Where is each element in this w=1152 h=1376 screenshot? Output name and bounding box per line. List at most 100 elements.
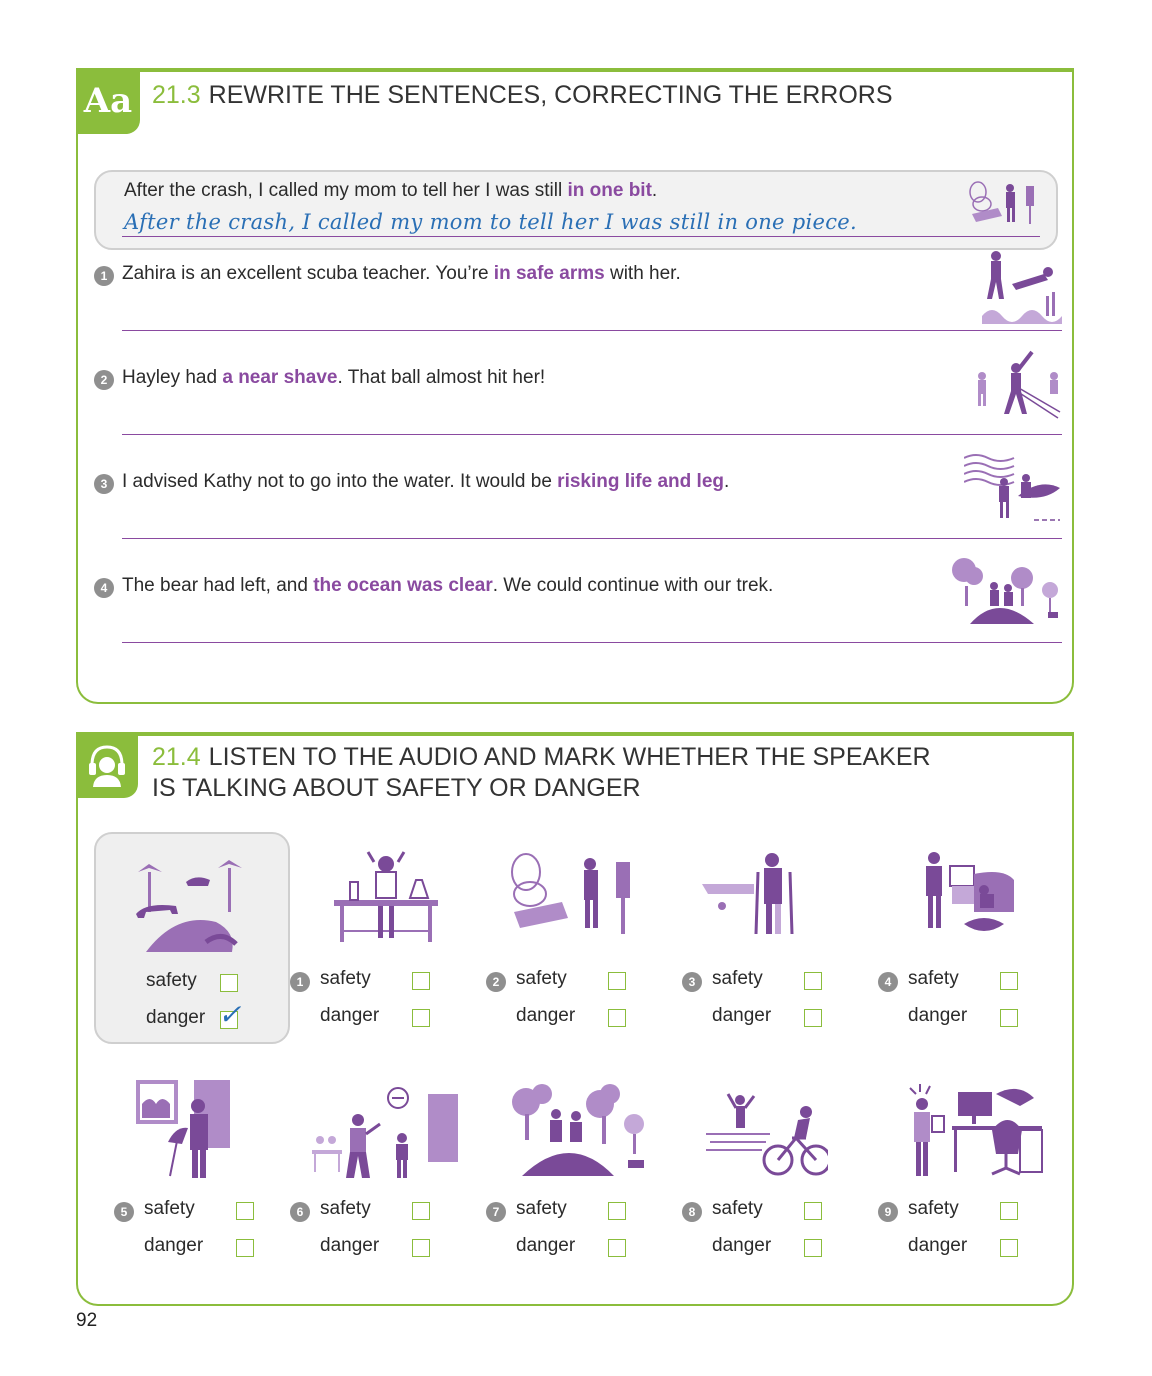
jungle-tiger-illustration (136, 860, 242, 952)
aa-tab-icon: Aa (76, 68, 140, 134)
exercise-21-4: 21.4 LISTEN TO THE AUDIO AND MARK WHETHER… (76, 732, 1074, 1306)
answer-line[interactable] (122, 330, 1062, 331)
item-number-badge: 3 (94, 474, 114, 494)
safety-checkbox[interactable] (804, 1202, 822, 1220)
audio-item-card: 2 safety danger (486, 832, 682, 1044)
scuba-illustration (982, 251, 1062, 324)
swimmer-cyclist-illustration (706, 1093, 828, 1176)
exercise-number: 21.4 (152, 743, 201, 771)
danger-checkbox[interactable] (804, 1009, 822, 1027)
page-number: 92 (76, 1310, 98, 1331)
option-danger: danger (144, 1235, 204, 1256)
exercise-heading: 21.4 LISTEN TO THE AUDIO AND MARK WHETHER… (152, 742, 931, 804)
item-sentence: Zahira is an excellent scuba teacher. Yo… (122, 263, 681, 284)
option-danger: danger (320, 1235, 380, 1256)
option-safety: safety (908, 1198, 959, 1219)
item-number-badge: 4 (94, 578, 114, 598)
exercise-item: 1 Zahira is an excellent scuba teacher. … (94, 251, 1062, 366)
option-safety: safety (320, 1198, 371, 1219)
option-safety: safety (712, 1198, 763, 1219)
audio-item-card: 7 safety danger (486, 1060, 682, 1272)
option-danger: danger (712, 1235, 772, 1256)
exercise-number: 21.3 (152, 81, 201, 109)
scientist-illustration (334, 851, 438, 942)
child-door-illustration (312, 1087, 458, 1178)
answer-line (122, 236, 1040, 237)
baseball-illustration (978, 350, 1061, 419)
danger-checkbox[interactable] (1000, 1009, 1018, 1027)
safety-checkbox[interactable] (804, 972, 822, 990)
exercise-title: LISTEN TO THE AUDIO AND MARK WHETHER THE… (208, 743, 931, 771)
option-safety: safety (320, 968, 371, 989)
danger-checkbox[interactable] (804, 1239, 822, 1257)
safety-checkbox[interactable] (608, 1202, 626, 1220)
item-number-badge: 1 (290, 972, 310, 992)
audio-item-card: 9 safety danger (878, 1060, 1074, 1272)
exercise-item: 4 The bear had left, and the ocean was c… (94, 558, 1062, 678)
option-safety: safety (144, 1198, 195, 1219)
answer-line[interactable] (122, 538, 1062, 539)
exercise-item: 2 Hayley had a near shave. That ball alm… (94, 350, 1062, 470)
example-card: safety danger ✓ (94, 832, 290, 1044)
audio-item-card: 6 safety danger (290, 1060, 486, 1272)
item-number-badge: 2 (486, 972, 506, 992)
danger-checkbox[interactable] (236, 1239, 254, 1257)
exercise-title: REWRITE THE SENTENCES, CORRECTING THE ER… (208, 81, 893, 109)
exercise-21-3: Aa 21.3 REWRITE THE SENTENCES, CORRECTING… (76, 68, 1074, 704)
car-crash-illustration (969, 181, 1034, 224)
safety-checkbox[interactable] (236, 1202, 254, 1220)
option-safety: safety (516, 1198, 567, 1219)
option-danger: danger (712, 1005, 772, 1026)
example-answer: After the crash, I called my mom to tell… (124, 210, 858, 234)
item-number-badge: 7 (486, 1202, 506, 1222)
exercise-heading: 21.3 REWRITE THE SENTENCES, CORRECTING TH… (152, 80, 893, 111)
item-number-badge: 6 (290, 1202, 310, 1222)
option-safety: safety (516, 968, 567, 989)
danger-checkbox[interactable] (608, 1009, 626, 1027)
hikers-illustration (952, 558, 1058, 624)
option-safety: safety (146, 970, 197, 991)
item-number-badge: 2 (94, 370, 114, 390)
audio-item-card: 4 safety danger (878, 832, 1074, 1044)
audio-item-card: 1 safety danger (290, 832, 486, 1044)
hikers-illustration (512, 1084, 644, 1176)
item-sentence: I advised Kathy not to go into the water… (122, 471, 730, 492)
audio-item-card: 8 safety danger (682, 1060, 878, 1272)
checkmark-icon: ✓ (218, 998, 242, 1031)
safety-checkbox[interactable] (608, 972, 626, 990)
safety-checkbox[interactable] (220, 974, 238, 992)
option-danger: danger (146, 1007, 206, 1028)
danger-checkbox[interactable] (412, 1009, 430, 1027)
safety-checkbox[interactable] (1000, 972, 1018, 990)
danger-checkbox[interactable] (1000, 1239, 1018, 1257)
example-sentence: After the crash, I called my mom to tell… (124, 180, 658, 201)
safety-checkbox[interactable] (1000, 1202, 1018, 1220)
office-worker-illustration (909, 1084, 1043, 1176)
audio-item-card: 3 safety danger (682, 832, 878, 1044)
safety-checkbox[interactable] (412, 972, 430, 990)
safety-checkbox[interactable] (412, 1202, 430, 1220)
item-sentence: The bear had left, and the ocean was cle… (122, 575, 774, 596)
headphones-icon (76, 732, 138, 798)
option-danger: danger (516, 1005, 576, 1026)
option-danger: danger (320, 1005, 380, 1026)
exercise-title-line2: IS TALKING ABOUT SAFETY OR DANGER (152, 774, 641, 802)
item-number-badge: 8 (682, 1202, 702, 1222)
exercise-item: 3 I advised Kathy not to go into the wat… (94, 454, 1062, 574)
danger-checkbox[interactable] (412, 1239, 430, 1257)
example-box: After the crash, I called my mom to tell… (94, 170, 1058, 250)
surfer-illustration (964, 454, 1060, 521)
stolen-laptop-illustration (926, 852, 1014, 931)
audio-item-card: 5 safety danger (94, 1060, 290, 1272)
car-crash-illustration (511, 853, 630, 934)
item-number-badge: 5 (114, 1202, 134, 1222)
answer-line[interactable] (122, 434, 1062, 435)
answer-line[interactable] (122, 642, 1062, 643)
option-danger: danger (516, 1235, 576, 1256)
item-number-badge: 9 (878, 1202, 898, 1222)
danger-checkbox[interactable] (608, 1239, 626, 1257)
crutches-illustration (702, 853, 794, 935)
option-danger: danger (908, 1235, 968, 1256)
item-number-badge: 1 (94, 266, 114, 286)
option-safety: safety (712, 968, 763, 989)
